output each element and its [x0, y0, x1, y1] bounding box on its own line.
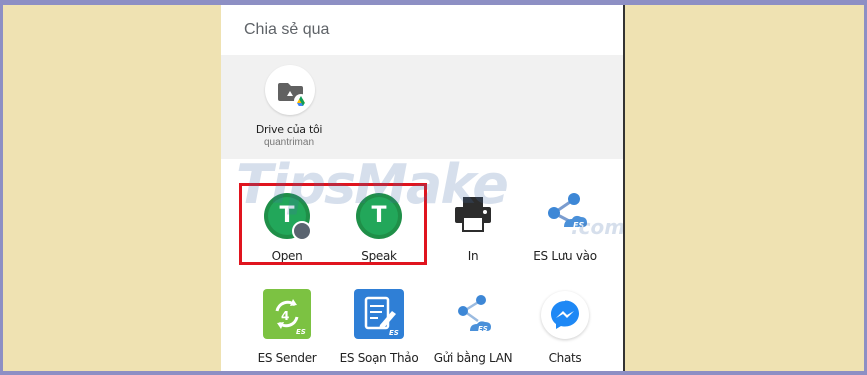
watermark-suffix: .com — [571, 215, 625, 239]
app-label: Gửi bằng LAN — [433, 351, 513, 365]
app-grid: T Open T Speak In ES ES Lưu vào 4 ES ES … — [221, 159, 625, 371]
messenger-icon — [541, 291, 589, 339]
drive-share-label: Drive của tôi — [255, 123, 323, 136]
svg-text:ES: ES — [389, 329, 399, 337]
app-send-lan[interactable]: ES Gửi bằng LAN — [428, 287, 518, 367]
svg-text:ES: ES — [296, 328, 306, 336]
svg-text:ES: ES — [478, 325, 488, 333]
app-es-editor[interactable]: ES ES Soạn Thảo — [334, 287, 424, 367]
drive-folder-icon — [265, 65, 315, 115]
app-es-sender[interactable]: 4 ES ES Sender — [242, 287, 332, 367]
app-label: Chats — [548, 351, 582, 365]
app-label: ES Lưu vào — [533, 249, 597, 263]
direct-share-row: Drive của tôi quantriman — [221, 55, 625, 159]
es-sender-icon: 4 ES — [263, 289, 311, 339]
printer-icon — [450, 191, 496, 237]
app-print[interactable]: In — [428, 185, 518, 265]
screenshot-frame: Chia sẻ qua Drive của tôi quantriman T O… — [0, 0, 867, 375]
right-edge — [623, 5, 625, 371]
drive-share-target[interactable]: Drive của tôi quantriman — [243, 55, 333, 159]
es-editor-icon: ES — [354, 289, 404, 339]
highlight-box — [239, 183, 427, 265]
svg-text:4: 4 — [281, 309, 289, 323]
app-chats[interactable]: Chats — [520, 287, 610, 367]
share-sheet: Chia sẻ qua Drive của tôi quantriman T O… — [221, 5, 625, 371]
app-label: ES Soạn Thảo — [339, 351, 419, 365]
app-label: ES Sender — [257, 351, 317, 365]
app-label: In — [467, 249, 479, 263]
share-sheet-header: Chia sẻ qua — [221, 5, 625, 55]
share-lan-icon: ES — [448, 289, 498, 339]
share-sheet-title: Chia sẻ qua — [244, 21, 330, 38]
drive-account-label: quantriman — [263, 137, 315, 148]
